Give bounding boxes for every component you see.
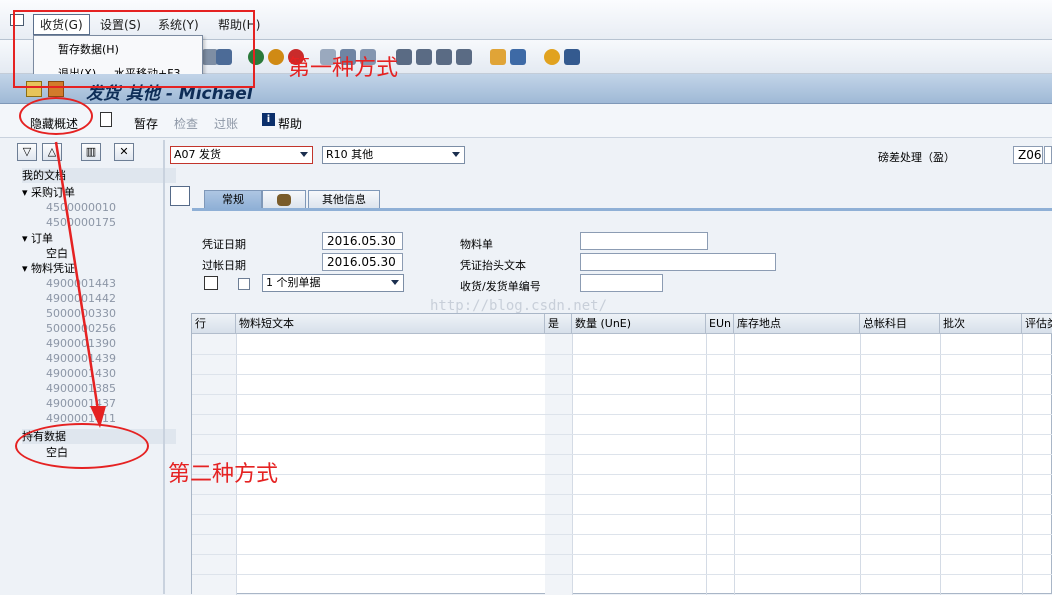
grid-row-line [192, 474, 1052, 475]
annotation-second-method: 第二种方式 [168, 462, 279, 487]
col-header-quantity[interactable]: 数量 (UnE) [572, 314, 706, 334]
printer-icon [204, 276, 218, 290]
post-date-label: 过帐日期 [202, 259, 246, 272]
tab-other-info[interactable]: 其他信息 [308, 190, 380, 209]
difference-extra-field[interactable] [1044, 146, 1052, 164]
slip-type-value: 1 个别单据 [266, 276, 321, 289]
next-page-icon[interactable] [436, 49, 452, 65]
grid-row-line [192, 514, 1052, 515]
doc-date-label: 凭证日期 [202, 238, 246, 251]
post-date-field[interactable]: 2016.05.30 [322, 253, 403, 271]
movement-type-value: A07 发货 [174, 148, 222, 161]
tab-list-icon[interactable] [170, 186, 190, 206]
grid-row-line [192, 354, 1052, 355]
header-text-field[interactable] [580, 253, 776, 271]
reference-select[interactable]: R10 其他 [322, 146, 465, 164]
grid-row-line [192, 394, 1052, 395]
new-document-icon[interactable] [100, 112, 112, 127]
col-header-batch[interactable]: 批次 [940, 314, 1022, 334]
movement-type-select[interactable]: A07 发货 [170, 146, 313, 164]
tree-node-orders[interactable]: ▾ 订单 [22, 231, 53, 246]
difference-field[interactable]: Z06 [1013, 146, 1043, 164]
header-text-label: 凭证抬头文本 [460, 259, 526, 272]
chevron-down-icon [452, 152, 460, 157]
annotation-arrow [54, 141, 106, 428]
print-checkbox[interactable] [238, 278, 250, 290]
grid-row-line [192, 494, 1052, 495]
post-button[interactable]: 过账 [214, 115, 238, 132]
col-header-flag[interactable]: 是 [545, 314, 572, 334]
new-session-icon[interactable] [490, 49, 506, 65]
chevron-down-icon [300, 152, 308, 157]
annotation-rectangle [13, 10, 255, 88]
check-button[interactable]: 检查 [174, 115, 198, 132]
expand-icon[interactable]: ▽ [17, 143, 37, 161]
gr-gi-slip-label: 收货/发货单编号 [460, 280, 541, 293]
exit-icon[interactable] [268, 49, 284, 65]
tab-partner[interactable] [262, 190, 306, 209]
grid-row-line [192, 454, 1052, 455]
col-header-material-text[interactable]: 物料短文本 [236, 314, 545, 334]
first-page-icon[interactable] [396, 49, 412, 65]
tab-general[interactable]: 常规 [204, 190, 262, 209]
panel-splitter[interactable] [163, 140, 165, 594]
gr-gi-slip-field[interactable] [580, 274, 663, 292]
col-header-gl-account[interactable]: 总帐科目 [860, 314, 940, 334]
help-icon[interactable] [544, 49, 560, 65]
info-icon: i [262, 113, 275, 126]
partner-icon [277, 194, 291, 206]
last-page-icon[interactable] [456, 49, 472, 65]
grid-row-line [192, 534, 1052, 535]
previous-page-icon[interactable] [416, 49, 432, 65]
annotation-first-method: 第一种方式 [288, 56, 399, 81]
general-tab-panel: 凭证日期 2016.05.30 过帐日期 2016.05.30 1 个别单据 物… [192, 208, 1052, 308]
reference-value: R10 其他 [326, 148, 374, 161]
col-header-valuation-type[interactable]: 评估类 [1022, 314, 1052, 334]
doc-date-field[interactable]: 2016.05.30 [322, 232, 403, 250]
grid-row-line [192, 574, 1052, 575]
help-button[interactable]: 帮助 [278, 115, 302, 132]
grid-row-line [192, 374, 1052, 375]
slip-type-select[interactable]: 1 个别单据 [262, 274, 404, 292]
material-slip-label: 物料单 [460, 238, 493, 251]
material-slip-field[interactable] [580, 232, 708, 250]
col-header-unit[interactable]: EUn [706, 314, 734, 334]
col-header-line[interactable]: 行 [192, 314, 236, 334]
col-header-storage-location[interactable]: 库存地点 [734, 314, 860, 334]
hold-button[interactable]: 暂存 [134, 115, 158, 132]
annotation-ellipse [19, 97, 93, 135]
shortcut-icon[interactable] [510, 49, 526, 65]
layout-menu-icon[interactable] [564, 49, 580, 65]
chevron-down-icon [391, 280, 399, 285]
watermark: http://blog.csdn.net/ [430, 298, 608, 314]
item-grid: 行 物料短文本 是 数量 (UnE) EUn 库存地点 总帐科目 批次 评估类 [191, 313, 1052, 595]
grid-row-line [192, 554, 1052, 555]
application-toolbar: 隐藏概述 暂存 检查 过账 i 帮助 [0, 104, 1052, 138]
grid-row-line [192, 434, 1052, 435]
difference-label: 磅差处理（盈） [878, 151, 955, 164]
grid-row-line [192, 414, 1052, 415]
